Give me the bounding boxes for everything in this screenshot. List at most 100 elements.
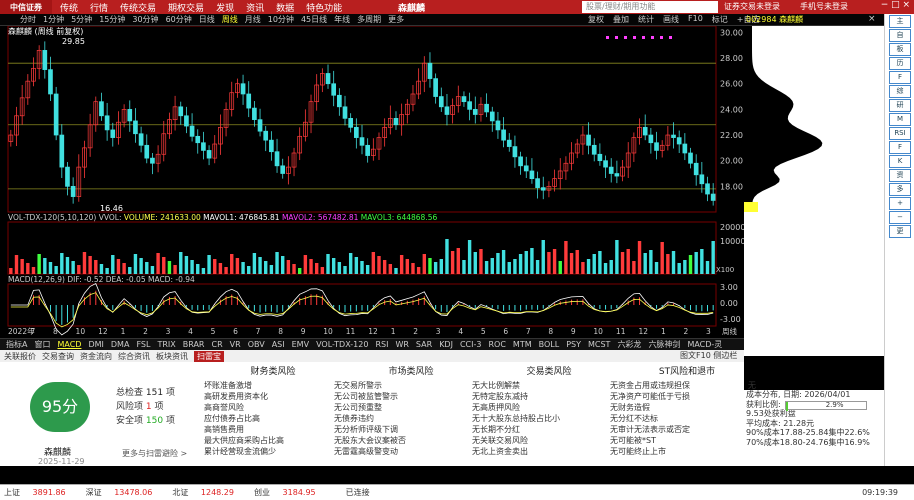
bottom-tab[interactable]: 交易查询 (42, 351, 74, 362)
indicator-tab[interactable]: 指标A (6, 339, 27, 350)
tool-1[interactable]: 叠加 (613, 14, 629, 25)
menu-item[interactable]: 传统交易 (120, 1, 156, 14)
index-quote[interactable]: 已连接 (336, 487, 380, 498)
f10-link[interactable]: 图文F10 侧边栏 (680, 350, 737, 361)
timeframe-1[interactable]: 1分钟 (43, 14, 64, 25)
index-quote[interactable]: 创业 3184.95 (254, 487, 326, 498)
tool-0[interactable]: 复权 (588, 14, 604, 25)
timeframe-8[interactable]: 月线 (245, 14, 261, 25)
timeframe-0[interactable]: 分时 (20, 14, 36, 25)
risk-row[interactable]: 十大股东总持股占比小 无 (480, 413, 618, 424)
indicator-tab[interactable]: 窗口 (34, 339, 50, 350)
risk-row[interactable]: 应付债券占比高 无 (204, 413, 342, 424)
risk-row[interactable]: 净资产可能低于亏损无 (618, 391, 756, 402)
menu-item[interactable]: 资讯 (246, 1, 264, 14)
indicator-tab[interactable]: 六脉神剑 (648, 339, 680, 350)
side-tool-icon[interactable]: 多 (889, 183, 911, 196)
indicator-tab[interactable]: MCST (588, 340, 610, 349)
bottom-tab[interactable]: 关联报价 (4, 351, 36, 362)
risk-row[interactable]: 可能被*ST无 (618, 435, 756, 446)
side-tool-icon[interactable]: + (889, 197, 911, 210)
indicator-tab[interactable]: WR (395, 340, 408, 349)
menu-item[interactable]: 行情 (90, 1, 108, 14)
indicator-tab[interactable]: ROC (488, 340, 505, 349)
indicator-tab[interactable]: KDJ (439, 340, 453, 349)
risk-row[interactable]: 债券违约 无 (342, 413, 480, 424)
timeframe-11[interactable]: 年线 (334, 14, 350, 25)
risk-row[interactable]: 北上资金卖出 无 (480, 446, 618, 457)
indicator-tab[interactable]: VOL-TDX-120 (316, 340, 368, 349)
indicator-tab[interactable]: EMV (292, 340, 309, 349)
side-tool-icon[interactable]: 板 (889, 43, 911, 56)
indicator-tab[interactable]: CCI-3 (460, 340, 482, 349)
risk-row[interactable]: 累计经营现金流偏少 无 (204, 446, 342, 457)
index-quote[interactable]: 深证 13478.06 (86, 487, 163, 498)
timeframe-12[interactable]: 多周期 (357, 14, 381, 25)
risk-row[interactable]: 资金占用或违规担保无 (618, 380, 756, 391)
window-controls[interactable]: − □ × (881, 0, 910, 10)
risk-row[interactable]: 分红不达标无 (618, 413, 756, 424)
side-tool-icon[interactable]: 自 (889, 29, 911, 42)
timeframe-2[interactable]: 5分钟 (71, 14, 92, 25)
menu-item[interactable]: 期权交易 (168, 1, 204, 14)
side-tool-icon[interactable]: 综 (889, 85, 911, 98)
bottom-tab[interactable]: 综合资讯 (118, 351, 150, 362)
risk-row[interactable]: 关联交易风险 无 (480, 435, 618, 446)
indicator-tab[interactable]: TRIX (157, 340, 175, 349)
risk-row[interactable]: 高研发费用资本化 无 (204, 391, 342, 402)
side-tool-icon[interactable]: 更 (889, 225, 911, 238)
side-tool-icon[interactable]: RSI (889, 127, 911, 140)
risk-row[interactable]: 分析师评级下调 无 (342, 424, 480, 435)
indicator-tab[interactable]: 六彩龙 (617, 339, 641, 350)
index-quote[interactable]: 北证 1248.29 (172, 487, 244, 498)
tool-3[interactable]: 画线 (663, 14, 679, 25)
risk-row[interactable]: 高质押风险 无 (480, 402, 618, 413)
timeframe-10[interactable]: 45日线 (301, 14, 327, 25)
risk-row[interactable]: 大比例解禁 无 (480, 380, 618, 391)
tool-5[interactable]: 标记 (712, 14, 728, 25)
search-input[interactable]: 股票/理财/期用功能 (582, 1, 718, 13)
side-tool-icon[interactable]: 研 (889, 99, 911, 112)
timeframe-9[interactable]: 10分钟 (268, 14, 294, 25)
side-tool-icon[interactable]: 历 (889, 57, 911, 70)
indicator-tab[interactable]: BRAR (183, 340, 205, 349)
indicator-tab[interactable]: MACD-灵 (687, 339, 722, 350)
menu-item[interactable]: 发现 (216, 1, 234, 14)
indicator-tab[interactable]: RSI (375, 340, 388, 349)
side-tool-icon[interactable]: 资 (889, 169, 911, 182)
tool-2[interactable]: 统计 (638, 14, 654, 25)
risk-row[interactable]: 公司预重整 无 (342, 402, 480, 413)
mode-select[interactable]: 传统 (60, 1, 78, 14)
indicator-tab[interactable]: ASI (272, 340, 285, 349)
indicator-tab[interactable]: VR (230, 340, 241, 349)
indicator-tab[interactable]: BOLL (539, 340, 560, 349)
risk-row[interactable]: 雷霆高级警变动 无 (342, 446, 480, 457)
indicator-tab[interactable]: CR (212, 340, 223, 349)
close-icon[interactable]: × (868, 14, 876, 24)
timeframe-3[interactable]: 15分钟 (99, 14, 125, 25)
bottom-tab[interactable]: 板块资讯 (156, 351, 188, 362)
phone-login-link[interactable]: 手机号未登录 (800, 1, 848, 12)
timeframe-13[interactable]: 更多 (388, 14, 404, 25)
timeframe-5[interactable]: 60分钟 (166, 14, 192, 25)
risk-row[interactable]: 公司被监管警示 无 (342, 391, 480, 402)
risk-row[interactable]: 高销售费用 无 (204, 424, 342, 435)
timeframe-4[interactable]: 30分钟 (132, 14, 158, 25)
bottom-tab[interactable]: 资金流向 (80, 351, 112, 362)
side-tool-icon[interactable]: F (889, 141, 911, 154)
indicator-tab[interactable]: MTM (513, 340, 532, 349)
timeframe-7[interactable]: 周线 (222, 14, 238, 25)
tool-4[interactable]: F10 (688, 14, 703, 25)
risk-row[interactable]: 审计无法表示或否定无 (618, 424, 756, 435)
timeframe-6[interactable]: 日线 (199, 14, 215, 25)
bottom-tab[interactable]: 扫雷宝 (194, 350, 224, 362)
trade-login-link[interactable]: 证券交易未登录 (724, 1, 780, 12)
indicator-tab[interactable]: PSY (566, 340, 581, 349)
side-tool-icon[interactable]: K (889, 155, 911, 168)
risk-row[interactable]: 股东大会议案被否 无 (342, 435, 480, 446)
indicator-tab[interactable]: MACD (57, 340, 81, 349)
index-quote[interactable]: 上证 3891.86 (4, 487, 76, 498)
side-tool-icon[interactable]: − (889, 211, 911, 224)
risk-row[interactable]: 最大供应商采购占比高 无 (204, 435, 342, 446)
risk-row[interactable]: 财务造假无 (618, 402, 756, 413)
